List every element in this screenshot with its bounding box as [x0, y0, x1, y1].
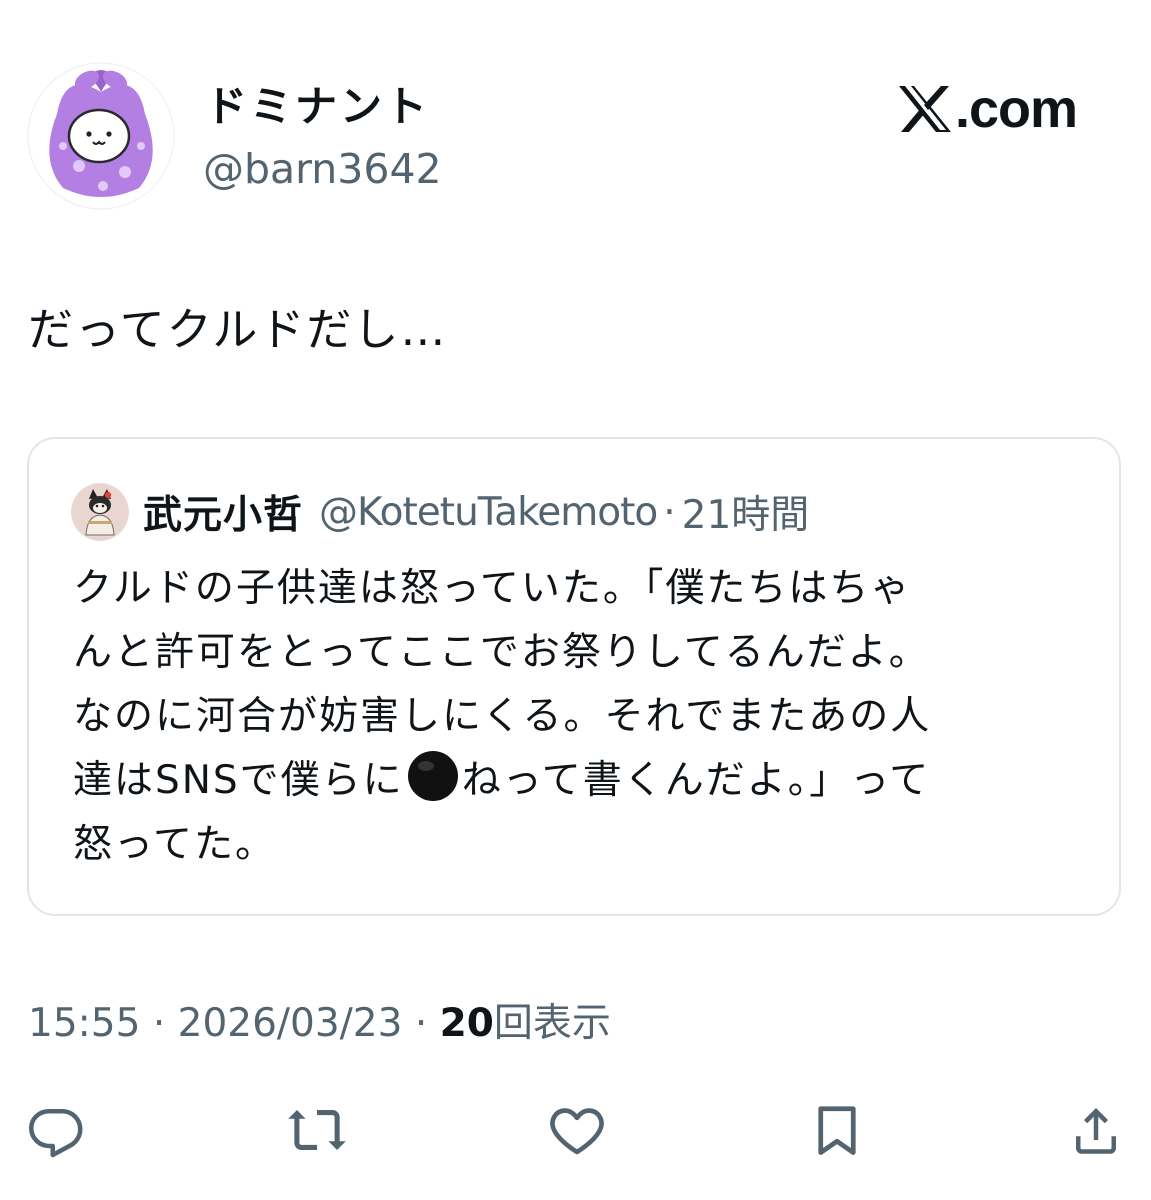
tweet-date[interactable]: 2026/03/23 [178, 1001, 403, 1046]
views-count: 20 [439, 1001, 494, 1046]
tweet-text: だってクルドだし… [28, 303, 448, 356]
bookmark-button[interactable] [805, 1098, 869, 1162]
quoted-line: クルドの子供達は怒っていた。「僕たちはちゃ [73, 566, 912, 611]
reply-button[interactable] [24, 1098, 88, 1162]
author-handle[interactable]: @barn3642 [203, 142, 442, 196]
quoted-avatar[interactable] [71, 483, 129, 541]
action-bar [0, 1098, 1151, 1168]
x-logo-icon [899, 86, 951, 132]
brand-label: .com [955, 79, 1078, 139]
quoted-handle[interactable]: @KotetuTakemoto [319, 490, 658, 535]
tweet-time[interactable]: 15:55 [28, 1001, 140, 1046]
quoted-body: クルドの子供達は怒っていた。「僕たちはちゃ んと許可をとってここでお祭りしてるん… [73, 557, 931, 877]
repost-button[interactable] [285, 1098, 349, 1162]
cat-mascot-avatar-icon [71, 483, 129, 541]
share-icon [1076, 1108, 1116, 1154]
quoted-line: 達はSNSで僕らに ねって書くんだよ。」って [73, 749, 931, 813]
furoshiki-mascot-avatar-icon [27, 62, 175, 210]
quoted-line: 怒ってた。 [73, 822, 277, 867]
like-icon [550, 1108, 604, 1155]
bookmark-icon [818, 1106, 856, 1155]
quoted-time: 21時間 [681, 493, 810, 538]
author-avatar[interactable] [27, 62, 175, 210]
share-button[interactable] [1064, 1098, 1128, 1162]
reply-icon [29, 1109, 83, 1158]
like-button[interactable] [545, 1098, 609, 1162]
brand-logo: .com [897, 78, 1078, 140]
quoted-display-name[interactable]: 武元小哲 [143, 484, 303, 540]
quoted-separator: · [663, 489, 676, 535]
quoted-line: なのに河合が妨害しにくる。それでまたあの人 [73, 694, 932, 739]
meta-separator: · [152, 1001, 166, 1046]
tweet-meta: 15:55 · 2026/03/23 · 20回表示 [28, 998, 611, 1050]
quoted-line: んと許可をとってここでお祭りしてるんだよ。 [73, 630, 930, 675]
quoted-tweet[interactable]: 武元小哲 @KotetuTakemoto · 21時間 クルドの子供達は怒ってい… [27, 437, 1121, 916]
repost-icon [288, 1110, 346, 1150]
meta-separator: · [414, 1001, 428, 1046]
quoted-line-part: ねって書くんだよ。」って [461, 758, 931, 803]
author-display-name[interactable]: ドミナント [205, 80, 430, 134]
quoted-line-part: 達はSNSで僕らに [73, 758, 404, 803]
views-label: 回表示 [493, 1001, 611, 1046]
quoted-header: 武元小哲 @KotetuTakemoto · 21時間 [143, 483, 809, 541]
black-circle-icon [407, 751, 458, 801]
